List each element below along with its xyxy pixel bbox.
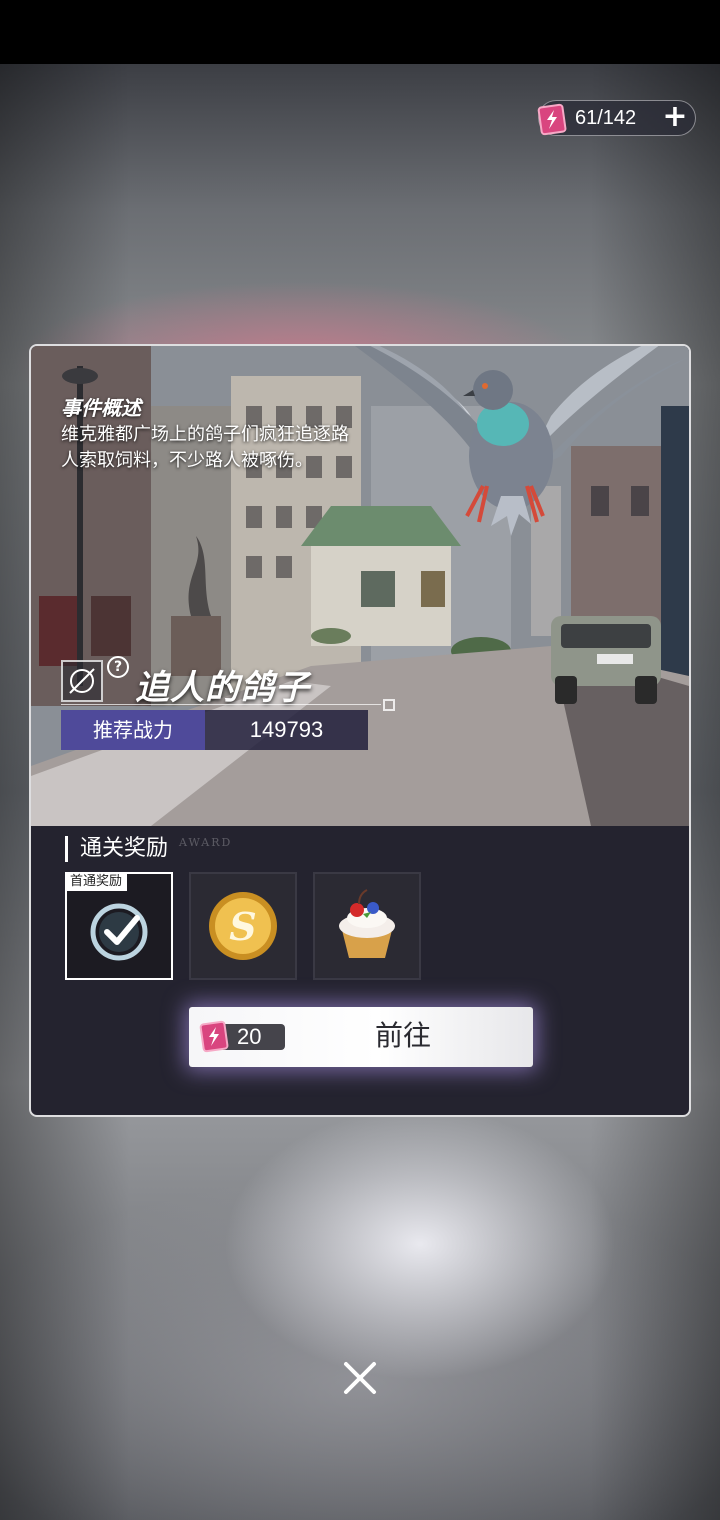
reward-item-coin[interactable]: S [189, 872, 297, 980]
cost-value: 20 [237, 1024, 262, 1049]
stamina-counter: 61/142 + [537, 100, 696, 136]
event-scene-image: 事件概述 维克雅都广场上的鸽子们疯狂追逐路人索取饲料，不少路人被啄伤。 ? 追人… [31, 346, 689, 826]
stamina-ticket-icon [199, 1020, 229, 1053]
event-summary-text: 维克雅都广场上的鸽子们疯狂追逐路人索取饲料，不少路人被啄伤。 [61, 424, 349, 471]
plus-icon[interactable]: + [661, 102, 689, 132]
divider-end-icon [383, 699, 395, 711]
first-clear-tag: 首通奖励 [65, 872, 128, 891]
cake-icon [339, 889, 395, 958]
go-button-label: 前往 [375, 1019, 432, 1052]
reward-item-cake[interactable] [313, 872, 421, 980]
reward-item-first-clear[interactable]: 首通奖励 [65, 872, 173, 980]
power-label: 推荐战力 [61, 710, 205, 750]
screen: 61/142 + 事件概述 维克雅都广场上的鸽子们疯狂追逐路人索取饲料，不少路人… [0, 0, 720, 1520]
stamina-value: 61/142 [575, 107, 637, 129]
event-summary-title: 事件概述 [61, 396, 141, 420]
power-value: 149793 [205, 710, 368, 750]
rewards-title: 通关奖励 [65, 836, 168, 862]
stage-header: ? 追人的鸽子 [61, 656, 401, 708]
cost-pill: 20 [199, 1020, 285, 1053]
event-card: 事件概述 维克雅都广场上的鸽子们疯狂追逐路人索取饲料，不少路人被啄伤。 ? 追人… [29, 344, 691, 1117]
divider [61, 704, 381, 705]
gold-coin-icon: S [209, 892, 277, 960]
close-icon[interactable] [340, 1358, 380, 1398]
svg-text:S: S [229, 904, 256, 949]
stage-lock-icon [61, 660, 103, 702]
help-icon[interactable]: ? [107, 656, 129, 678]
go-button[interactable]: 20 前往 [189, 1007, 533, 1067]
recommended-power: 推荐战力 149793 [61, 710, 368, 750]
rewards-title-en: AWARD [179, 836, 233, 849]
stage-title: 追人的鸽子 [135, 668, 310, 708]
stamina-ticket-icon [537, 103, 567, 136]
